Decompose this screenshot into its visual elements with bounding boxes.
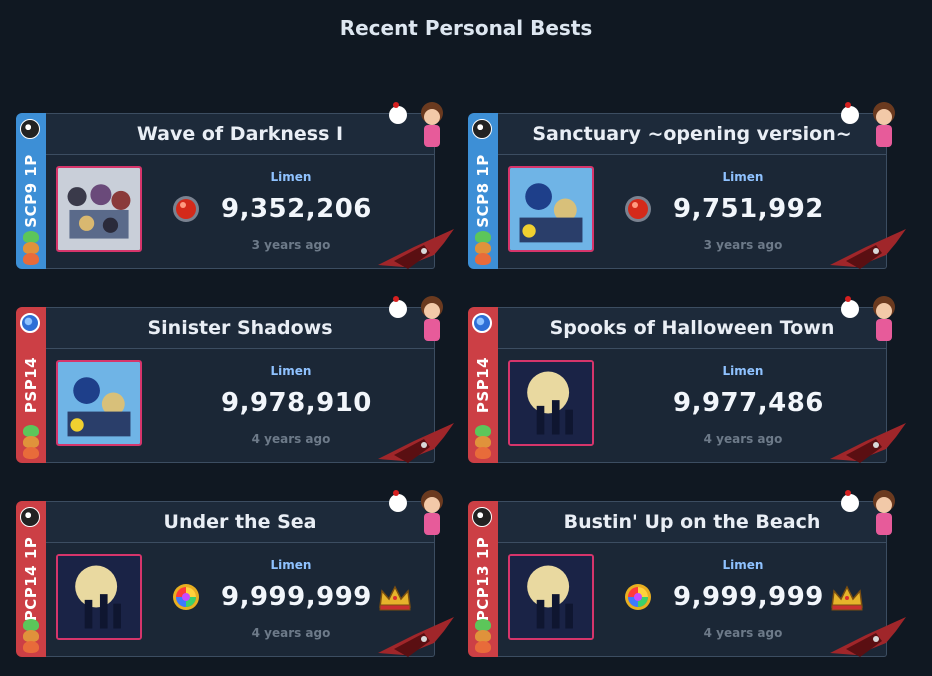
chibi-character-icon bbox=[389, 102, 443, 147]
crown-icon bbox=[831, 585, 863, 611]
crown-icon bbox=[379, 585, 411, 611]
player-name[interactable]: Limen bbox=[246, 364, 336, 378]
airship-icon bbox=[378, 423, 454, 463]
chibi-character-icon bbox=[841, 102, 895, 147]
orb-icon bbox=[20, 313, 40, 333]
chibi-character-icon bbox=[389, 490, 443, 535]
slime-stack-icon bbox=[19, 619, 43, 655]
score-value: 9,352,206 bbox=[221, 194, 372, 224]
score-value: 9,999,999 bbox=[221, 582, 372, 612]
airship-icon bbox=[378, 617, 454, 657]
score-card[interactable]: PSP14 Sinister Shadows Limen 9,978,910 4… bbox=[16, 296, 454, 463]
airship-icon bbox=[378, 229, 454, 269]
score-card[interactable]: PCP14 1P Under the Sea Limen 9,999,999 4… bbox=[16, 490, 454, 657]
chart-label: SCP9 1P bbox=[22, 154, 40, 228]
player-name[interactable]: Limen bbox=[698, 558, 788, 572]
song-jacket[interactable] bbox=[508, 166, 594, 252]
score-value: 9,751,992 bbox=[673, 194, 824, 224]
song-title[interactable]: Sinister Shadows bbox=[46, 308, 434, 349]
score-value: 9,978,910 bbox=[221, 388, 372, 418]
slime-stack-icon bbox=[19, 425, 43, 461]
slime-stack-icon bbox=[471, 619, 495, 655]
chart-label: PSP14 bbox=[474, 356, 492, 414]
timestamp: 4 years ago bbox=[703, 626, 783, 640]
song-jacket[interactable] bbox=[56, 360, 142, 446]
slime-stack-icon bbox=[471, 231, 495, 267]
slime-stack-icon bbox=[19, 231, 43, 267]
score-card[interactable]: SCP9 1P Wave of Darkness I Limen 9,352,2… bbox=[16, 102, 454, 269]
red-clear-lamp-icon bbox=[173, 196, 199, 222]
rainbow-lamp-icon bbox=[173, 584, 199, 610]
chart-label: PCP14 1P bbox=[22, 536, 40, 622]
player-name[interactable]: Limen bbox=[698, 364, 788, 378]
bomb-icon bbox=[20, 119, 40, 139]
score-value: 9,999,999 bbox=[673, 582, 824, 612]
chart-type-strip: PCP13 1P bbox=[468, 501, 498, 657]
timestamp: 3 years ago bbox=[251, 238, 331, 252]
timestamp: 4 years ago bbox=[703, 432, 783, 446]
song-title[interactable]: Spooks of Halloween Town bbox=[498, 308, 886, 349]
rainbow-lamp-icon bbox=[625, 584, 651, 610]
score-card[interactable]: PCP13 1P Bustin' Up on the Beach Limen 9… bbox=[468, 490, 906, 657]
chart-type-strip: PCP14 1P bbox=[16, 501, 46, 657]
timestamp: 4 years ago bbox=[251, 432, 331, 446]
song-title[interactable]: Under the Sea bbox=[46, 502, 434, 543]
chart-type-strip: SCP9 1P bbox=[16, 113, 46, 269]
chart-type-strip: PSP14 bbox=[16, 307, 46, 463]
red-clear-lamp-icon bbox=[625, 196, 651, 222]
airship-icon bbox=[830, 229, 906, 269]
timestamp: 4 years ago bbox=[251, 626, 331, 640]
bomb-icon bbox=[472, 507, 492, 527]
slime-stack-icon bbox=[471, 425, 495, 461]
song-jacket[interactable] bbox=[56, 166, 142, 252]
bomb-icon bbox=[472, 119, 492, 139]
song-title[interactable]: Bustin' Up on the Beach bbox=[498, 502, 886, 543]
score-card[interactable]: SCP8 1P Sanctuary ~opening version~ Lime… bbox=[468, 102, 906, 269]
player-name[interactable]: Limen bbox=[698, 170, 788, 184]
chibi-character-icon bbox=[841, 490, 895, 535]
song-jacket[interactable] bbox=[508, 360, 594, 446]
song-title[interactable]: Sanctuary ~opening version~ bbox=[498, 114, 886, 155]
page-title: Recent Personal Bests bbox=[339, 16, 593, 40]
orb-icon bbox=[472, 313, 492, 333]
score-value: 9,977,486 bbox=[673, 388, 824, 418]
chart-label: SCP8 1P bbox=[474, 154, 492, 228]
score-card[interactable]: PSP14 Spooks of Halloween Town Limen 9,9… bbox=[468, 296, 906, 463]
song-title[interactable]: Wave of Darkness I bbox=[46, 114, 434, 155]
player-name[interactable]: Limen bbox=[246, 170, 336, 184]
bomb-icon bbox=[20, 507, 40, 527]
chibi-character-icon bbox=[389, 296, 443, 341]
chart-label: PCP13 1P bbox=[474, 536, 492, 622]
chibi-character-icon bbox=[841, 296, 895, 341]
song-jacket[interactable] bbox=[508, 554, 594, 640]
chart-type-strip: SCP8 1P bbox=[468, 113, 498, 269]
player-name[interactable]: Limen bbox=[246, 558, 336, 572]
song-jacket[interactable] bbox=[56, 554, 142, 640]
chart-label: PSP14 bbox=[22, 356, 40, 414]
chart-type-strip: PSP14 bbox=[468, 307, 498, 463]
airship-icon bbox=[830, 423, 906, 463]
airship-icon bbox=[830, 617, 906, 657]
timestamp: 3 years ago bbox=[703, 238, 783, 252]
